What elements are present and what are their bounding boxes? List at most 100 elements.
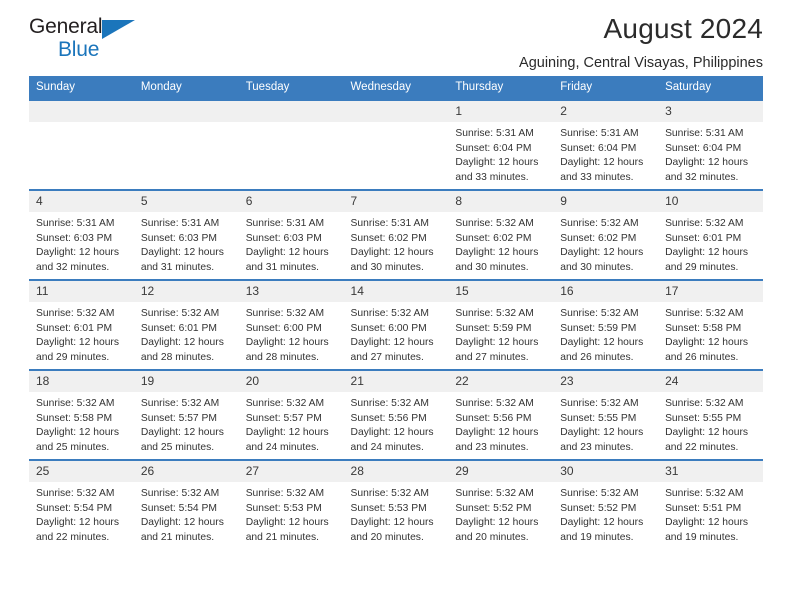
day-cell[interactable]: 29 Sunrise: 5:32 AM Sunset: 5:52 PM Dayligh…: [448, 459, 554, 550]
sun-info-line: and 20 minutes.: [455, 531, 529, 543]
sun-info-line: Sunrise: 5:32 AM: [140, 488, 220, 499]
sun-info-line: Sunset: 6:01 PM: [36, 322, 113, 334]
sun-info-line: and 31 minutes.: [245, 261, 319, 273]
sun-info-line: Daylight: 12 hours: [665, 517, 749, 529]
day-number: 19: [133, 371, 239, 392]
sun-info: Sunrise: 5:32 AM Sunset: 5:53 PM Daylight:…: [239, 482, 344, 545]
sun-info-line: Daylight: 12 hours: [36, 427, 119, 439]
sun-info: Sunrise: 5:31 AM Sunset: 6:04 PM Daylight:…: [448, 122, 553, 185]
sun-info-line: Sunrise: 5:32 AM: [455, 218, 534, 229]
day-cell[interactable]: 25 Sunrise: 5:32 AM Sunset: 5:54 PM Dayligh…: [29, 459, 134, 550]
day-cell[interactable]: 13 Sunrise: 5:32 AM Sunset: 6:00 PM Dayligh…: [238, 279, 344, 370]
sun-info-line: Daylight: 12 hours: [560, 247, 644, 259]
sun-info-line: and 19 minutes.: [560, 531, 634, 543]
day-cell[interactable]: 18 Sunrise: 5:32 AM Sunset: 5:58 PM Dayligh…: [29, 369, 134, 460]
day-cell[interactable]: 9 Sunrise: 5:32 AM Sunset: 6:02 PM Daylight…: [553, 189, 659, 280]
day-cell[interactable]: 7 Sunrise: 5:31 AM Sunset: 6:02 PM Daylight…: [343, 189, 449, 280]
day-number: 29: [448, 461, 554, 482]
sun-info-line: and 25 minutes.: [140, 441, 215, 453]
sun-info-line: Sunset: 5:52 PM: [455, 502, 532, 514]
day-cell[interactable]: 14 Sunrise: 5:32 AM Sunset: 6:00 PM Dayligh…: [343, 279, 449, 370]
sun-info-line: Sunrise: 5:31 AM: [560, 128, 639, 139]
day-cell[interactable]: 5 Sunrise: 5:31 AM Sunset: 6:03 PM Daylight…: [133, 189, 239, 280]
sun-info: Sunrise: 5:31 AM Sunset: 6:03 PM Daylight:…: [134, 212, 239, 275]
sun-info-line: and 24 minutes.: [350, 441, 424, 453]
sun-info-line: and 32 minutes.: [36, 261, 110, 273]
sun-info: Sunrise: 5:31 AM Sunset: 6:02 PM Daylight:…: [344, 212, 449, 275]
day-cell[interactable]: 31 Sunrise: 5:32 AM Sunset: 5:51 PM Dayligh…: [658, 459, 763, 550]
day-cell[interactable]: 11 Sunrise: 5:32 AM Sunset: 6:01 PM Dayligh…: [29, 279, 134, 370]
day-cell-empty: [133, 99, 239, 190]
sun-info-line: Sunset: 5:59 PM: [455, 322, 532, 334]
sun-info-line: Daylight: 12 hours: [560, 157, 644, 169]
sun-info: Sunrise: 5:32 AM Sunset: 5:56 PM Daylight:…: [344, 392, 449, 455]
day-number: 2: [553, 101, 659, 122]
day-cell[interactable]: 3 Sunrise: 5:31 AM Sunset: 6:04 PM Daylight…: [658, 99, 763, 190]
day-cell[interactable]: 27 Sunrise: 5:32 AM Sunset: 5:53 PM Dayligh…: [238, 459, 344, 550]
sun-info-line: Sunrise: 5:31 AM: [455, 128, 534, 139]
sun-info: Sunrise: 5:32 AM Sunset: 5:51 PM Daylight:…: [658, 482, 763, 545]
sun-info-line: Sunset: 5:55 PM: [665, 412, 742, 424]
day-cell[interactable]: 2 Sunrise: 5:31 AM Sunset: 6:04 PM Daylight…: [553, 99, 659, 190]
sun-info-line: Sunset: 6:02 PM: [455, 232, 532, 244]
day-cell[interactable]: 26 Sunrise: 5:32 AM Sunset: 5:54 PM Dayligh…: [133, 459, 239, 550]
day-cell[interactable]: 8 Sunrise: 5:32 AM Sunset: 6:02 PM Daylight…: [448, 189, 554, 280]
day-cell[interactable]: 17 Sunrise: 5:32 AM Sunset: 5:58 PM Dayligh…: [658, 279, 763, 370]
day-cell[interactable]: 20 Sunrise: 5:32 AM Sunset: 5:57 PM Dayligh…: [238, 369, 344, 460]
weekday-header-thursday: Thursday: [448, 76, 554, 100]
week-row: 18 Sunrise: 5:32 AM Sunset: 5:58 PM Dayligh…: [29, 369, 763, 460]
weekday-header-friday: Friday: [553, 76, 659, 100]
day-cell[interactable]: 4 Sunrise: 5:31 AM Sunset: 6:03 PM Daylight…: [29, 189, 134, 280]
day-cell[interactable]: 24 Sunrise: 5:32 AM Sunset: 5:55 PM Dayligh…: [658, 369, 763, 460]
day-number: 3: [658, 101, 763, 122]
sun-info-line: Sunrise: 5:31 AM: [350, 218, 429, 229]
day-number: 22: [448, 371, 554, 392]
sun-info: Sunrise: 5:32 AM Sunset: 5:57 PM Daylight:…: [134, 392, 239, 455]
day-number: 26: [133, 461, 239, 482]
sun-info: Sunrise: 5:32 AM Sunset: 6:01 PM Daylight:…: [29, 302, 134, 365]
day-cell-empty: [29, 99, 134, 190]
sun-info: Sunrise: 5:32 AM Sunset: 5:56 PM Daylight:…: [448, 392, 553, 455]
day-cell[interactable]: 22 Sunrise: 5:32 AM Sunset: 5:56 PM Dayligh…: [448, 369, 554, 460]
sun-info-line: Daylight: 12 hours: [455, 337, 539, 349]
day-cell[interactable]: 12 Sunrise: 5:32 AM Sunset: 6:01 PM Dayligh…: [133, 279, 239, 370]
day-number: 10: [658, 191, 763, 212]
sun-info-line: Daylight: 12 hours: [36, 247, 119, 259]
sun-info-line: Daylight: 12 hours: [455, 247, 539, 259]
day-number: 31: [658, 461, 763, 482]
day-number: 7: [343, 191, 449, 212]
day-cell[interactable]: 19 Sunrise: 5:32 AM Sunset: 5:57 PM Dayligh…: [133, 369, 239, 460]
sun-info-line: Sunrise: 5:32 AM: [350, 488, 429, 499]
sun-info-line: Sunrise: 5:32 AM: [350, 398, 429, 409]
sun-info-line: and 30 minutes.: [350, 261, 424, 273]
sun-info-line: and 23 minutes.: [455, 441, 529, 453]
general-blue-logo[interactable]: General Blue: [29, 10, 159, 64]
sun-info-line: Sunset: 5:53 PM: [245, 502, 322, 514]
weekday-header-monday: Monday: [133, 76, 239, 100]
sun-info: Sunrise: 5:32 AM Sunset: 6:00 PM Daylight:…: [344, 302, 449, 365]
day-cell[interactable]: 30 Sunrise: 5:32 AM Sunset: 5:52 PM Dayligh…: [553, 459, 659, 550]
sun-info-line: Sunrise: 5:31 AM: [665, 128, 744, 139]
sun-info-line: Sunset: 5:57 PM: [140, 412, 217, 424]
weekday-header-row: Sunday Monday Tuesday Wednesday Thursday Frid…: [29, 76, 763, 100]
day-number: 1: [448, 101, 554, 122]
sun-info: Sunrise: 5:32 AM Sunset: 5:53 PM Daylight:…: [344, 482, 449, 545]
page-subtitle: Aguining, Central Visayas, Philippines: [519, 55, 763, 71]
sun-info: Sunrise: 5:32 AM Sunset: 5:52 PM Daylight:…: [553, 482, 658, 545]
sun-info-line: Sunset: 6:03 PM: [140, 232, 217, 244]
sun-info-line: Sunset: 5:51 PM: [665, 502, 742, 514]
sun-info-line: Sunset: 6:04 PM: [455, 142, 532, 154]
day-cell[interactable]: 23 Sunrise: 5:32 AM Sunset: 5:55 PM Dayligh…: [553, 369, 659, 460]
sun-info-line: Daylight: 12 hours: [560, 517, 644, 529]
day-cell[interactable]: 28 Sunrise: 5:32 AM Sunset: 5:53 PM Dayligh…: [343, 459, 449, 550]
day-cell[interactable]: 10 Sunrise: 5:32 AM Sunset: 6:01 PM Dayligh…: [658, 189, 763, 280]
day-cell[interactable]: 15 Sunrise: 5:32 AM Sunset: 5:59 PM Dayligh…: [448, 279, 554, 370]
logo-text-blue: Blue: [58, 38, 100, 61]
sun-info-line: Sunrise: 5:32 AM: [350, 308, 429, 319]
day-cell[interactable]: 1 Sunrise: 5:31 AM Sunset: 6:04 PM Daylight…: [448, 99, 554, 190]
day-cell[interactable]: 21 Sunrise: 5:32 AM Sunset: 5:56 PM Dayligh…: [343, 369, 449, 460]
sun-info-line: and 26 minutes.: [665, 351, 739, 363]
day-cell[interactable]: 6 Sunrise: 5:31 AM Sunset: 6:03 PM Daylight…: [238, 189, 344, 280]
sun-info-line: Sunset: 6:03 PM: [36, 232, 113, 244]
day-cell[interactable]: 16 Sunrise: 5:32 AM Sunset: 5:59 PM Dayligh…: [553, 279, 659, 370]
